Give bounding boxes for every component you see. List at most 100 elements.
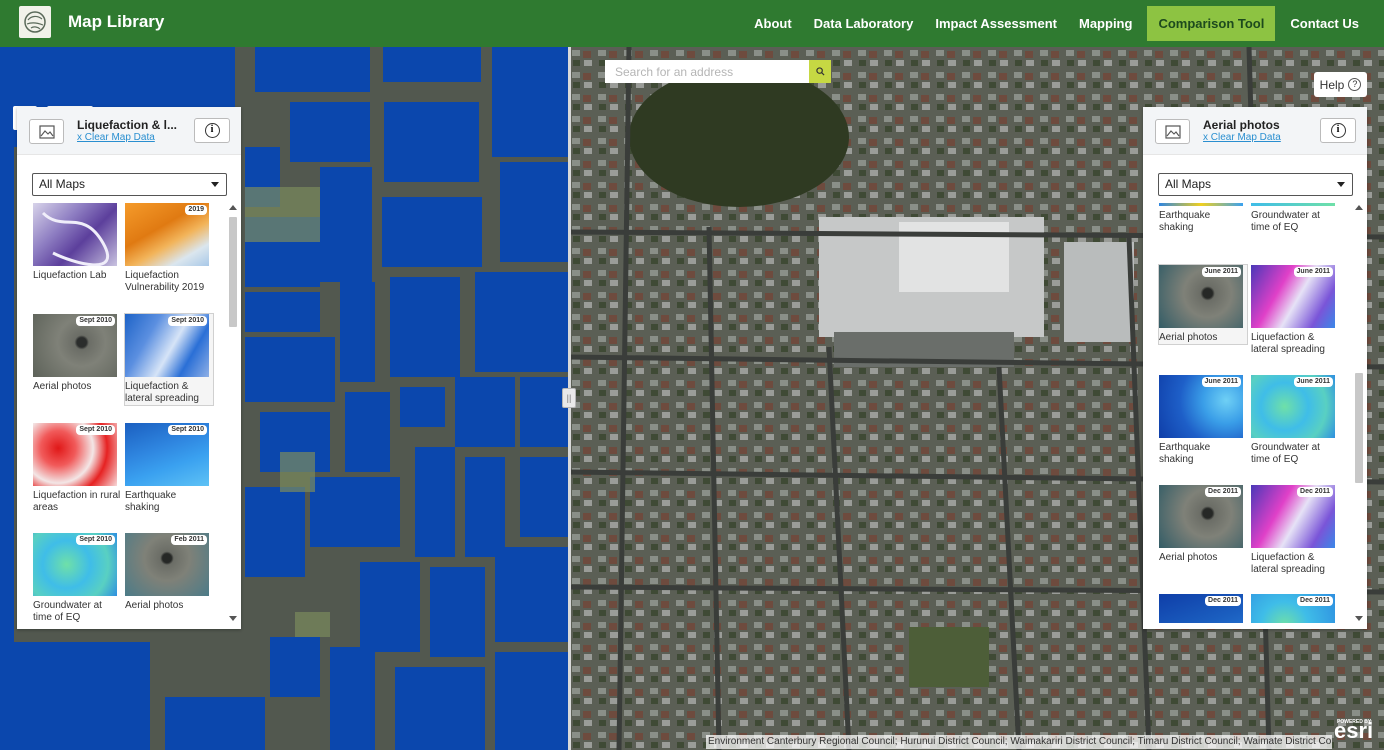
help-label: Help bbox=[1319, 77, 1345, 92]
thumbnail-shaking: June 2011 bbox=[1159, 375, 1243, 438]
map-card[interactable]: June 2011 Earthquake shaking bbox=[1159, 375, 1247, 466]
thumbnail-liquefaction-lab bbox=[33, 203, 117, 266]
nav-comparison-tool[interactable]: Comparison Tool bbox=[1147, 6, 1276, 41]
left-panel-map-icon-button[interactable] bbox=[29, 119, 64, 144]
date-badge: Feb 2011 bbox=[171, 535, 207, 545]
thumbnail-groundwater: June 2011 bbox=[1251, 375, 1335, 438]
esri-logo[interactable]: esri bbox=[1334, 718, 1373, 744]
search-button[interactable] bbox=[809, 60, 831, 83]
card-label: Earthquake shaking bbox=[125, 490, 177, 513]
map-card[interactable]: Earthquake shaking bbox=[1159, 203, 1247, 234]
nav-about[interactable]: About bbox=[743, 6, 803, 41]
left-panel-scrollbar[interactable] bbox=[228, 203, 238, 623]
map-card[interactable]: Liquefaction Lab bbox=[33, 203, 121, 282]
right-panel-header: Aerial photos x Clear Map Data i bbox=[1143, 107, 1367, 155]
date-badge: Sept 2010 bbox=[168, 425, 207, 435]
map-card[interactable]: June 2011 Groundwater at time of EQ bbox=[1251, 375, 1339, 466]
map-card[interactable]: Sept 2010 Groundwater at time of EQ bbox=[33, 533, 121, 623]
left-panel-header: Liquefaction & l... x Clear Map Data i bbox=[17, 107, 241, 155]
card-label: Liquefaction & lateral spreading bbox=[1251, 552, 1325, 575]
top-header: Map Library About Data Laboratory Impact… bbox=[0, 0, 1384, 47]
left-clear-map-data-link[interactable]: x Clear Map Data bbox=[77, 132, 155, 143]
map-card[interactable]: Dec 2011 Liquefaction & lateral spreadin… bbox=[1251, 485, 1339, 576]
date-badge: June 2011 bbox=[1201, 267, 1241, 277]
map-card[interactable]: Sept 2010 Earthquake shaking bbox=[125, 423, 213, 514]
date-badge: Sept 2010 bbox=[76, 425, 115, 435]
swipe-handle[interactable]: || bbox=[562, 388, 576, 408]
card-label: Aerial photos bbox=[1159, 332, 1218, 343]
right-map-panel: Aerial photos x Clear Map Data i All Map… bbox=[1143, 107, 1367, 629]
map-card[interactable]: Dec 2011 Aerial photos bbox=[1159, 485, 1247, 564]
right-info-button[interactable]: i bbox=[1320, 118, 1356, 143]
map-card[interactable]: Dec 2011 bbox=[1159, 594, 1247, 623]
search-icon bbox=[815, 67, 825, 76]
left-panel-title: Liquefaction & l... bbox=[77, 118, 178, 132]
app-title: Map Library bbox=[68, 12, 165, 31]
right-map-filter-select[interactable]: All Maps bbox=[1158, 173, 1353, 196]
thumbnail-shaking bbox=[1159, 203, 1243, 206]
thumbnail-spreading: Dec 2011 bbox=[1251, 485, 1335, 548]
thumbnail-shaking: Dec 2011 bbox=[1159, 594, 1243, 623]
right-filter-value: All Maps bbox=[1165, 177, 1212, 191]
thumbnail-rural: Sept 2010 bbox=[33, 423, 117, 486]
left-map-grid: Liquefaction Lab 2019 Liquefaction Vulne… bbox=[31, 203, 227, 623]
left-map-panel: Liquefaction & l... x Clear Map Data i A… bbox=[17, 107, 241, 629]
map-card[interactable]: Dec 2011 bbox=[1251, 594, 1339, 623]
thumbnail-groundwater bbox=[1251, 203, 1335, 206]
question-icon: ? bbox=[1348, 78, 1362, 91]
main-nav: About Data Laboratory Impact Assessment … bbox=[743, 6, 1370, 41]
date-badge: June 2011 bbox=[1201, 377, 1241, 387]
nav-data-laboratory[interactable]: Data Laboratory bbox=[803, 6, 925, 41]
map-card[interactable]: 2019 Liquefaction Vulnerability 2019 bbox=[125, 203, 213, 294]
card-label: Groundwater at time of EQ bbox=[1251, 442, 1320, 465]
left-filter-value: All Maps bbox=[39, 177, 86, 191]
date-badge: 2019 bbox=[185, 205, 207, 215]
thumbnail-spreading: Sept 2010 bbox=[125, 314, 209, 377]
card-label: Earthquake shaking bbox=[1159, 442, 1211, 465]
scroll-thumb[interactable] bbox=[229, 217, 237, 327]
site-logo[interactable] bbox=[19, 6, 51, 38]
right-panel-scrollbar[interactable] bbox=[1354, 203, 1364, 623]
left-map-filter-select[interactable]: All Maps bbox=[32, 173, 227, 196]
scroll-thumb[interactable] bbox=[1355, 373, 1363, 483]
scroll-down-arrow-icon[interactable] bbox=[229, 616, 237, 621]
card-label: Aerial photos bbox=[125, 600, 184, 611]
thumbnail-liquefaction-vulnerability: 2019 bbox=[125, 203, 209, 266]
right-panel-map-icon-button[interactable] bbox=[1155, 119, 1190, 144]
card-label: Groundwater at time of EQ bbox=[33, 600, 102, 623]
map-image-icon bbox=[38, 124, 55, 139]
thumbnail-shaking: Sept 2010 bbox=[125, 423, 209, 486]
map-card-selected[interactable]: June 2011 Aerial photos bbox=[1158, 264, 1248, 345]
globe-logo-icon bbox=[24, 11, 46, 33]
date-badge: Sept 2010 bbox=[76, 316, 115, 326]
right-map-grid: Earthquake shaking Groundwater at time o… bbox=[1157, 203, 1353, 623]
left-info-button[interactable]: i bbox=[194, 118, 230, 143]
scroll-up-arrow-icon[interactable] bbox=[1355, 205, 1363, 210]
map-card[interactable]: Groundwater at time of EQ bbox=[1251, 203, 1339, 234]
map-card-selected[interactable]: Sept 2010 Liquefaction & lateral spreadi… bbox=[124, 313, 214, 406]
map-image-icon bbox=[1164, 124, 1181, 139]
card-label: Aerial photos bbox=[33, 381, 92, 392]
nav-impact-assessment[interactable]: Impact Assessment bbox=[924, 6, 1068, 41]
thumbnail-aerial: Feb 2011 bbox=[125, 533, 209, 596]
card-label: Groundwater at time of EQ bbox=[1251, 210, 1320, 233]
thumbnail-groundwater: Sept 2010 bbox=[33, 533, 117, 596]
map-attribution: Environment Canterbury Regional Council;… bbox=[706, 735, 1332, 749]
map-card[interactable]: Feb 2011 Aerial photos bbox=[125, 533, 213, 612]
scroll-down-arrow-icon[interactable] bbox=[1355, 616, 1363, 621]
card-label: Earthquake shaking bbox=[1159, 210, 1211, 233]
date-badge: Dec 2011 bbox=[1205, 487, 1241, 497]
nav-contact-us[interactable]: Contact Us bbox=[1279, 6, 1370, 41]
right-clear-map-data-link[interactable]: x Clear Map Data bbox=[1203, 132, 1281, 143]
thumb-purple-pattern bbox=[41, 211, 110, 266]
help-button[interactable]: Help ? bbox=[1314, 72, 1367, 97]
search-input[interactable] bbox=[605, 60, 809, 83]
map-card[interactable]: Sept 2010 Liquefaction in rural areas bbox=[33, 423, 121, 514]
card-label: Liquefaction Vulnerability 2019 bbox=[125, 270, 205, 293]
card-label: Liquefaction & lateral spreading bbox=[1251, 332, 1325, 355]
card-label: Liquefaction & lateral spreading bbox=[125, 381, 199, 404]
map-card[interactable]: Sept 2010 Aerial photos bbox=[33, 314, 121, 393]
map-card[interactable]: June 2011 Liquefaction & lateral spreadi… bbox=[1251, 265, 1339, 356]
nav-mapping[interactable]: Mapping bbox=[1068, 6, 1143, 41]
scroll-up-arrow-icon[interactable] bbox=[229, 205, 237, 210]
